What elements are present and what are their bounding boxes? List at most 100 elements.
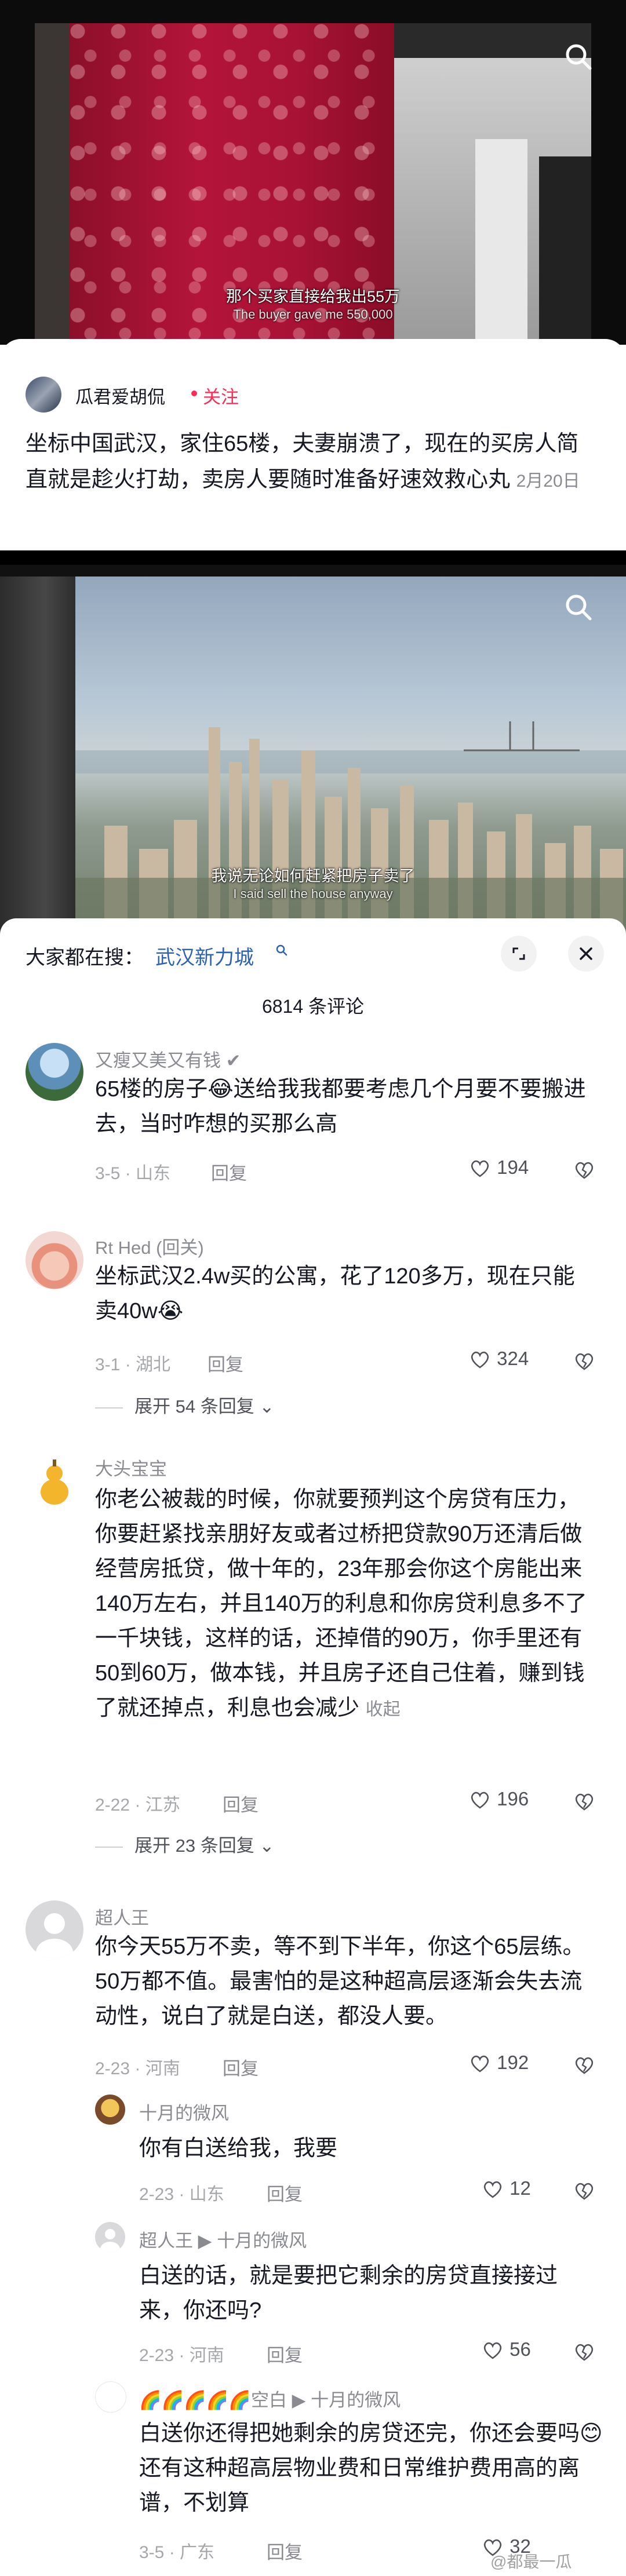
close-icon bbox=[580, 947, 592, 960]
gourd-icon bbox=[41, 1460, 68, 1505]
reply-button[interactable]: 回复 bbox=[267, 2341, 303, 2367]
video-frame-top bbox=[0, 565, 626, 577]
search-icon[interactable] bbox=[562, 41, 595, 73]
comment-text: 坐标武汉2.4w买的公寓，花了120多万，现在只能卖40w😭 bbox=[95, 1264, 575, 1323]
author-name[interactable]: 瓜君爱胡侃 bbox=[75, 382, 165, 408]
reply-author: 🌈🌈🌈🌈🌈空白 ▶ 十月的微风 bbox=[139, 2385, 401, 2411]
avatar[interactable] bbox=[26, 1900, 83, 1958]
reply-author-name[interactable]: 🌈🌈🌈🌈🌈空白 bbox=[139, 2390, 287, 2410]
comment-meta: 2-22 · 江苏 bbox=[95, 1796, 180, 1815]
reply-author-name[interactable]: 超人王 bbox=[139, 2231, 193, 2251]
close-button[interactable] bbox=[568, 936, 604, 972]
comment-text: 你老公被裁的时候，你就要预判这个房贷有压力，你要赶紧找亲朋好友或者过桥把贷款90… bbox=[95, 1482, 599, 1727]
search-hint-link[interactable]: 武汉新力城 bbox=[155, 942, 254, 970]
heart-icon bbox=[471, 2056, 489, 2073]
comment-location: 湖北 bbox=[136, 1355, 171, 1374]
video-subtitle-en: I said sell the house anyway bbox=[233, 886, 393, 901]
chevron-down-icon: ⌄ bbox=[259, 1396, 275, 1417]
reply-button[interactable]: 回复 bbox=[208, 1350, 243, 1376]
reply-location: 广东 bbox=[180, 2543, 215, 2562]
video-subtitle-en: The buyer gave me 550,000 bbox=[233, 307, 393, 322]
comment-date: 2-22 bbox=[95, 1796, 130, 1815]
like-count: 324 bbox=[497, 1348, 529, 1369]
dislike-icon[interactable] bbox=[573, 1350, 596, 1373]
comment-meta: 3-5 · 山东 bbox=[95, 1164, 171, 1183]
avatar[interactable] bbox=[26, 1043, 83, 1101]
reply-location: 河南 bbox=[189, 2346, 224, 2365]
comment-author[interactable]: Rt Hed (回关) bbox=[95, 1233, 204, 1259]
comment-meta: 3-1 · 湖北 bbox=[95, 1355, 171, 1374]
reply-text: 白送的话，就是要把它剩余的房贷直接接过来，你还吗? bbox=[139, 2264, 558, 2323]
post-text: 坐标中国武汉，家住65楼，夫妻崩溃了，现在的买房人简直就是趁火打劫，卖房人要随时… bbox=[26, 426, 599, 499]
like-button[interactable]: 196 bbox=[468, 1788, 529, 1812]
heart-icon bbox=[471, 1161, 489, 1177]
reply-arrow-icon: ▶ bbox=[292, 2390, 306, 2410]
video-player-2[interactable]: 我说无论如何赶紧把房子卖了 I said sell the house anyw… bbox=[0, 565, 626, 936]
expand-icon bbox=[512, 947, 525, 960]
comment-location: 江苏 bbox=[145, 1796, 180, 1815]
reply-date: 3-5 bbox=[139, 2543, 165, 2562]
dislike-icon[interactable] bbox=[573, 1790, 596, 1814]
author-avatar[interactable] bbox=[26, 377, 61, 413]
video-player-1[interactable]: 那个买家直接给我出55万 The buyer gave me 550,000 bbox=[0, 0, 626, 345]
avatar[interactable] bbox=[26, 1231, 83, 1289]
reply-button[interactable]: 回复 bbox=[267, 2180, 303, 2206]
reply-to-name[interactable]: 十月的微风 bbox=[311, 2390, 401, 2410]
expand-replies-button[interactable]: 展开 54 条回复 ⌄ bbox=[95, 1392, 274, 1418]
expand-sheet-button[interactable] bbox=[501, 936, 537, 972]
comment-date: 3-1 bbox=[95, 1355, 121, 1374]
like-count: 194 bbox=[497, 1156, 529, 1178]
comment-location: 山东 bbox=[136, 1164, 171, 1183]
follow-button[interactable]: 关注 bbox=[203, 382, 239, 408]
avatar[interactable] bbox=[95, 2095, 125, 2125]
like-count: 56 bbox=[509, 2338, 531, 2360]
dislike-icon[interactable] bbox=[573, 2054, 596, 2077]
expand-line bbox=[95, 1846, 123, 1848]
heart-icon bbox=[471, 1792, 489, 1809]
follow-dot bbox=[191, 391, 197, 396]
like-button[interactable]: 194 bbox=[468, 1156, 529, 1180]
dislike-icon[interactable] bbox=[573, 1159, 596, 1182]
expand-replies-label: 展开 23 条回复 bbox=[134, 1836, 254, 1856]
heart-icon bbox=[471, 1352, 489, 1369]
reply-button[interactable]: 回复 bbox=[211, 1159, 247, 1185]
like-button[interactable]: 324 bbox=[468, 1348, 529, 1371]
comment-date: 2-23 bbox=[95, 2059, 130, 2078]
avatar[interactable] bbox=[95, 2381, 126, 2413]
dislike-icon[interactable] bbox=[573, 2180, 596, 2203]
comment-author[interactable]: 大头宝宝 bbox=[95, 1454, 167, 1480]
search-hint-label: 大家都在搜： bbox=[26, 947, 144, 969]
avatar[interactable] bbox=[26, 1451, 83, 1509]
default-user-icon bbox=[36, 1913, 73, 1958]
search-icon[interactable] bbox=[562, 591, 595, 623]
reply-arrow-icon: ▶ bbox=[198, 2231, 212, 2251]
post-date: 2月20日 bbox=[516, 472, 580, 491]
comment-date: 3-5 bbox=[95, 1164, 121, 1183]
reply-to-name[interactable]: 十月的微风 bbox=[217, 2231, 307, 2251]
expand-replies-button[interactable]: 展开 23 条回复 ⌄ bbox=[95, 1831, 274, 1857]
reply-location: 山东 bbox=[189, 2185, 224, 2204]
like-button[interactable]: 56 bbox=[481, 2338, 531, 2362]
like-button[interactable]: 192 bbox=[468, 2052, 529, 2075]
comment-author[interactable]: 又瘦又美又有钱 ✔ bbox=[95, 1046, 241, 1072]
reply-button[interactable]: 回复 bbox=[223, 1790, 259, 1816]
reply-button[interactable]: 回复 bbox=[223, 2054, 259, 2080]
reply-author[interactable]: 十月的微风 bbox=[139, 2099, 229, 2125]
comment-text: 65楼的房子😂送给我我都要考虑几个月要不要搬进去，当时咋想的买那么高 bbox=[95, 1077, 586, 1136]
like-button[interactable]: 12 bbox=[481, 2177, 531, 2201]
heart-icon bbox=[483, 2343, 502, 2359]
reply-text: 你有白送给我，我要 bbox=[139, 2136, 338, 2161]
like-count: 192 bbox=[497, 2052, 529, 2073]
reply-date: 2-23 bbox=[139, 2346, 174, 2365]
chevron-down-icon: ⌄ bbox=[259, 1836, 275, 1856]
reply-button[interactable]: 回复 bbox=[267, 2538, 303, 2564]
search-icon[interactable] bbox=[275, 943, 289, 957]
reply-meta: 2-23 · 山东 bbox=[139, 2185, 224, 2204]
comment-author[interactable]: 超人王 bbox=[95, 1903, 149, 1929]
comment-location: 河南 bbox=[145, 2059, 180, 2078]
heart-icon bbox=[483, 2181, 502, 2198]
dislike-icon[interactable] bbox=[573, 2341, 596, 2364]
reply-author: 超人王 ▶ 十月的微风 bbox=[139, 2226, 307, 2252]
avatar[interactable] bbox=[95, 2222, 125, 2252]
collapse-button[interactable]: 收起 bbox=[366, 1700, 401, 1719]
